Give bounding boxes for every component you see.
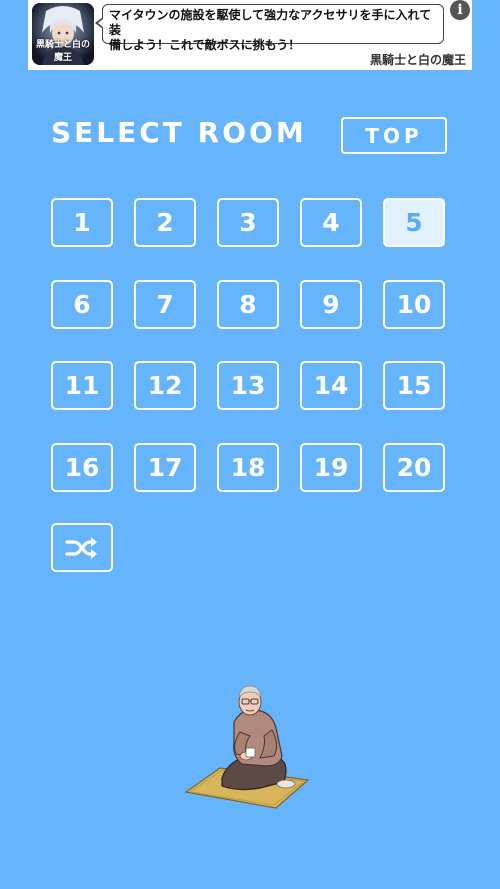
room-button-2[interactable]: 2 — [134, 198, 196, 247]
room-button-12[interactable]: 12 — [134, 361, 196, 410]
room-button-8[interactable]: 8 — [217, 280, 279, 329]
room-button-15[interactable]: 15 — [383, 361, 445, 410]
room-button-4[interactable]: 4 — [300, 198, 362, 247]
room-button-6[interactable]: 6 — [51, 280, 113, 329]
room-button-16[interactable]: 16 — [51, 443, 113, 492]
ad-thumbnail[interactable]: 黒騎士と白の魔王 — [32, 3, 94, 65]
room-button-17[interactable]: 17 — [134, 443, 196, 492]
room-button-5[interactable]: 5 — [383, 198, 445, 247]
top-button[interactable]: TOP — [341, 117, 447, 154]
info-icon[interactable]: i — [450, 0, 470, 20]
ad-message[interactable]: マイタウンの施設を駆使して強力なアクセサリを手に入れて装 備しよう！これで敵ボス… — [95, 4, 444, 52]
room-button-19[interactable]: 19 — [300, 443, 362, 492]
room-button-9[interactable]: 9 — [300, 280, 362, 329]
room-button-11[interactable]: 11 — [51, 361, 113, 410]
ad-message-line: マイタウンの施設を駆使して強力なアクセサリを手に入れて装 — [109, 8, 432, 37]
room-button-7[interactable]: 7 — [134, 280, 196, 329]
shuffle-icon — [65, 536, 97, 559]
room-button-10[interactable]: 10 — [383, 280, 445, 329]
ad-thumbnail-title: 黒騎士と白の魔王 — [35, 40, 90, 63]
page-title: SELECT ROOM — [51, 116, 307, 149]
room-button-13[interactable]: 13 — [217, 361, 279, 410]
shuffle-button[interactable] — [51, 523, 113, 572]
room-button-18[interactable]: 18 — [217, 443, 279, 492]
ad-game-name: 黒騎士と白の魔王 — [369, 53, 466, 67]
room-button-14[interactable]: 14 — [300, 361, 362, 410]
ad-banner[interactable]: 黒騎士と白の魔王 マイタウンの施設を駆使して強力なアクセサリを手に入れて装 備し… — [28, 0, 472, 70]
room-button-3[interactable]: 3 — [217, 198, 279, 247]
room-button-1[interactable]: 1 — [51, 198, 113, 247]
old-man-illustration — [184, 685, 310, 809]
room-button-20[interactable]: 20 — [383, 443, 445, 492]
